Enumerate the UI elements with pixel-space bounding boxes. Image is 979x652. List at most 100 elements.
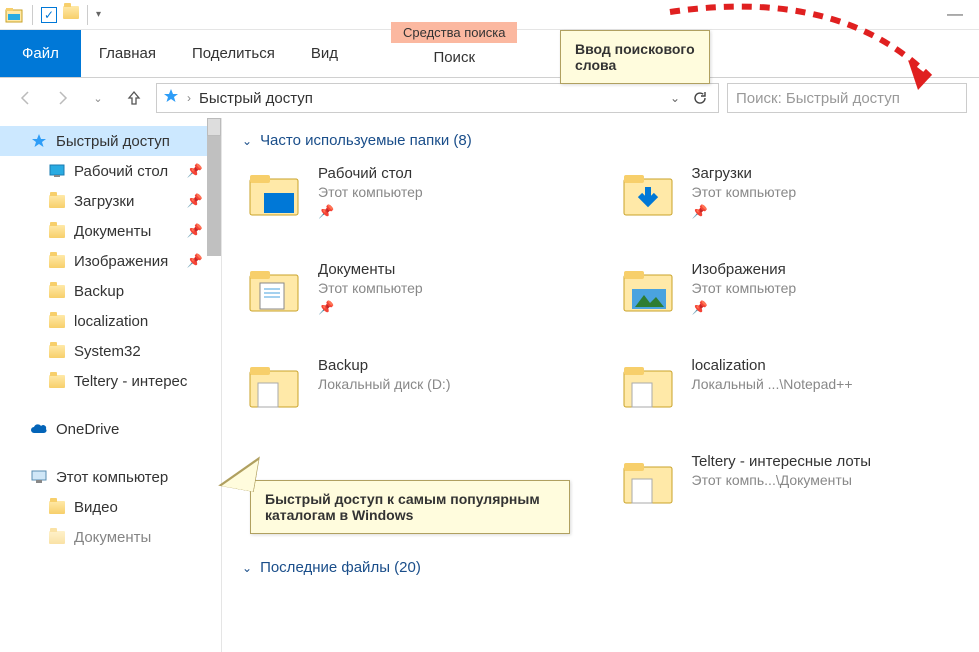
context-label: Средства поиска [391, 22, 517, 43]
folder-location: Этот компьютер [318, 184, 423, 200]
folder-icon-big [616, 355, 680, 419]
group-label: Часто используемые папки (8) [260, 132, 472, 149]
tree-item-downloads[interactable]: Загрузки 📌 [0, 186, 221, 216]
quick-access-star-icon [163, 88, 179, 109]
folder-item-desktop[interactable]: Рабочий стол Этот компьютер 📌 [242, 163, 586, 251]
folder-name: Рабочий стол [318, 165, 423, 182]
tree-label: System32 [74, 343, 141, 360]
folder-location: Этот компьютер [692, 280, 797, 296]
search-placeholder: Поиск: Быстрый доступ [736, 90, 900, 107]
folder-icon-big [242, 355, 306, 419]
tree-item-videos[interactable]: Видео [0, 492, 221, 522]
qa-checkbox-icon[interactable]: ✓ [41, 7, 57, 23]
sidebar: Быстрый доступ Рабочий стол 📌 Загрузки 📌… [0, 118, 222, 652]
pin-icon: 📌 [187, 163, 203, 179]
tree-label: Рабочий стол [74, 163, 168, 180]
folder-item-pictures[interactable]: Изображения Этот компьютер 📌 [616, 259, 960, 347]
pictures-icon [48, 252, 66, 270]
pin-icon: 📌 [318, 204, 423, 220]
tree-quick-access[interactable]: Быстрый доступ [0, 126, 221, 156]
downloads-icon [48, 192, 66, 210]
tab-file[interactable]: Файл [0, 30, 81, 77]
explorer-app-icon [4, 6, 24, 24]
folder-icon [48, 342, 66, 360]
pin-icon: 📌 [692, 300, 797, 316]
content-pane: ⌄ Часто используемые папки (8) Рабочий с… [222, 118, 979, 652]
nav-back-button[interactable] [12, 84, 40, 112]
nav-history-dropdown[interactable]: ⌄ [84, 84, 112, 112]
tree-item-teltery[interactable]: Teltery - интерес [0, 366, 221, 396]
tree-label: Этот компьютер [56, 469, 168, 486]
tree-item-backup[interactable]: Backup [0, 276, 221, 306]
documents-folder-icon [242, 259, 306, 323]
tree-item-documents[interactable]: Документы 📌 [0, 216, 221, 246]
tree-onedrive[interactable]: OneDrive [0, 414, 221, 444]
folder-name: Teltery - интересные лоты [692, 453, 872, 470]
folder-name: localization [692, 357, 853, 374]
nav-forward-button[interactable] [48, 84, 76, 112]
folder-name: Загрузки [692, 165, 797, 182]
pin-icon: 📌 [187, 223, 203, 239]
desktop-folder-icon [242, 163, 306, 227]
tab-share[interactable]: Поделиться [174, 30, 293, 77]
search-input[interactable]: Поиск: Быстрый доступ [727, 83, 967, 113]
scrollbar-thumb[interactable] [207, 136, 221, 256]
folder-item-documents[interactable]: Документы Этот компьютер 📌 [242, 259, 586, 347]
callout-text: Быстрый доступ к самым популярным катало… [265, 491, 540, 523]
folder-item-teltery[interactable]: Teltery - интересные лоты Этот компь...\… [616, 451, 960, 539]
folder-item-localization[interactable]: localization Локальный ...\Notepad++ [616, 355, 960, 443]
tree-item-system32[interactable]: System32 [0, 336, 221, 366]
qa-dropdown-icon[interactable]: ▾ [96, 9, 101, 20]
breadcrumb-quick-access[interactable]: Быстрый доступ [199, 90, 313, 107]
contextual-tab-group: Средства поиска Поиск [391, 22, 517, 70]
addressbar-dropdown-icon[interactable]: ⌄ [670, 91, 680, 105]
tree-label: Документы [74, 223, 151, 240]
folder-location: Локальный диск (D:) [318, 376, 451, 392]
chevron-down-icon: ⌄ [242, 561, 252, 575]
tree-label: Быстрый доступ [56, 133, 170, 150]
minimize-button[interactable]: — [935, 6, 975, 24]
addressbar[interactable]: › Быстрый доступ ⌄ [156, 83, 719, 113]
tree-label: Видео [74, 499, 118, 516]
nav-tree: Быстрый доступ Рабочий стол 📌 Загрузки 📌… [0, 118, 221, 560]
documents-icon [48, 222, 66, 240]
folder-name: Изображения [692, 261, 797, 278]
main-area: Быстрый доступ Рабочий стол 📌 Загрузки 📌… [0, 118, 979, 652]
folder-item-backup[interactable]: Backup Локальный диск (D:) [242, 355, 586, 443]
folder-location: Этот компь...\Документы [692, 472, 872, 488]
folder-item-downloads[interactable]: Загрузки Этот компьютер 📌 [616, 163, 960, 251]
tab-search[interactable]: Поиск [391, 43, 517, 70]
tree-item-documents-pc[interactable]: Документы [0, 522, 221, 552]
pin-icon: 📌 [692, 204, 797, 220]
tree-item-localization[interactable]: localization [0, 306, 221, 336]
tab-view[interactable]: Вид [293, 30, 356, 77]
separator [32, 5, 33, 25]
chevron-right-icon[interactable]: › [187, 91, 191, 105]
folder-location: Локальный ...\Notepad++ [692, 376, 853, 392]
downloads-folder-icon [616, 163, 680, 227]
pin-icon: 📌 [187, 253, 203, 269]
nav-up-button[interactable] [120, 84, 148, 112]
group-frequent-folders[interactable]: ⌄ Часто используемые папки (8) [242, 132, 959, 149]
this-pc-icon [30, 468, 48, 486]
tree-label: Загрузки [74, 193, 134, 210]
tree-item-pictures[interactable]: Изображения 📌 [0, 246, 221, 276]
tree-this-pc[interactable]: Этот компьютер [0, 462, 221, 492]
qa-folder-icon[interactable] [63, 6, 79, 24]
folder-icon [48, 312, 66, 330]
group-recent-files[interactable]: ⌄ Последние файлы (20) [242, 559, 959, 576]
folder-icon [48, 372, 66, 390]
refresh-button[interactable] [688, 86, 712, 110]
tree-item-desktop[interactable]: Рабочий стол 📌 [0, 156, 221, 186]
pin-icon: 📌 [318, 300, 423, 316]
group-label: Последние файлы (20) [260, 559, 421, 576]
tab-home[interactable]: Главная [81, 30, 174, 77]
folder-name: Backup [318, 357, 451, 374]
annotation-quickaccess-callout: Быстрый доступ к самым популярным катало… [250, 480, 570, 534]
scrollbar-up[interactable] [207, 118, 221, 136]
tree-label: Backup [74, 283, 124, 300]
tree-label: OneDrive [56, 421, 119, 438]
tree-label: Изображения [74, 253, 168, 270]
tree-label: Teltery - интерес [74, 373, 187, 390]
annotation-search-callout: Ввод поискового слова [560, 30, 710, 84]
